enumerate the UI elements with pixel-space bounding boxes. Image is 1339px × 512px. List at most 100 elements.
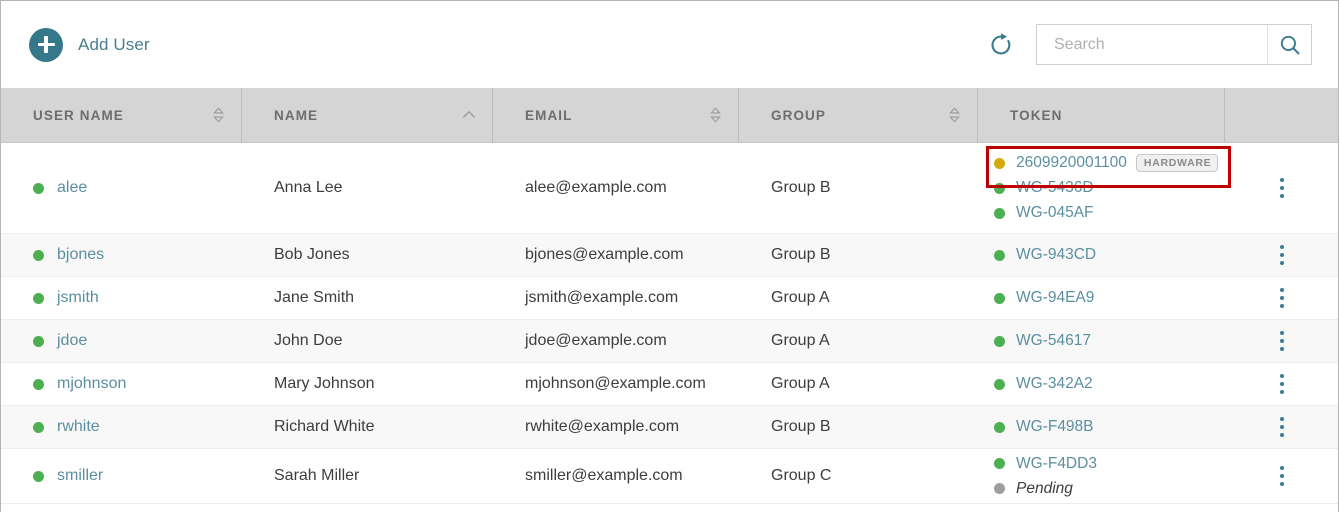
table-row[interactable]: rwhite Richard White rwhite@example.com Gro… [1,406,1338,449]
token-status-dot-amber [994,157,1005,169]
column-header-label: TOKEN [1010,107,1063,123]
search-button[interactable] [1267,25,1311,64]
cell-email: jdoe@example.com [525,332,667,349]
refresh-button[interactable] [986,30,1016,60]
table-row[interactable]: mjohnson Mary Johnson mjohnson@example.com… [1,363,1338,406]
search-box[interactable] [1036,24,1312,65]
column-header-label: EMAIL [525,107,573,123]
token-item: WG-F4DD3 [994,455,1209,473]
column-header-group[interactable]: GROUP [739,88,978,142]
token-item: WG-94EA9 [994,289,1209,307]
token-item: WG-943CD [994,246,1209,264]
user-status-dot-green [33,335,44,347]
table-row[interactable]: bjones Bob Jones bjones@example.com Group B… [1,234,1338,277]
user-name-link[interactable]: jsmith [57,289,99,307]
cell-group: Group B [771,418,831,435]
cell-group: Group A [771,332,830,349]
cell-actions [1225,234,1338,276]
cell-email: bjones@example.com [525,246,684,263]
toolbar-right-group [986,24,1312,65]
token-name-link[interactable]: WG-54617 [1016,332,1091,350]
cell-actions [1225,143,1338,233]
token-status-dot-gray [994,483,1005,494]
user-status-dot-green [33,378,44,390]
token-status-dot-green [994,292,1005,304]
kebab-menu-icon[interactable] [1271,242,1293,268]
token-name-link[interactable]: 2609920001100 [1016,154,1127,172]
table-row[interactable]: jdoe John Doe jdoe@example.com Group A WG-54… [1,320,1338,363]
column-header-name[interactable]: NAME [242,88,493,142]
cell-user-name: bjones [1,234,242,276]
token-name-link[interactable]: WG-F498B [1016,418,1094,436]
cell-user-name: jsmith [1,277,242,319]
column-header-label: NAME [274,107,319,123]
cell-token: WG-54617 [978,320,1225,362]
cell-user-name: alee [1,143,242,233]
token-list: WG-54617 [994,332,1209,350]
plus-circle-icon [29,27,63,62]
token-name-link[interactable]: WG-94EA9 [1016,289,1094,307]
table-header-row: USER NAME NAME EMAIL GROUP TOKEN [1,88,1338,143]
table-row[interactable]: alee Anna Lee alee@example.com Group B 26099… [1,143,1338,234]
cell-group: Group B [771,246,831,263]
user-name-link[interactable]: mjohnson [57,375,126,393]
column-header-token[interactable]: TOKEN [978,88,1225,142]
kebab-menu-icon[interactable] [1271,175,1293,201]
cell-actions [1225,277,1338,319]
cell-group: Group C [771,467,832,484]
cell-email: alee@example.com [525,179,667,196]
user-name-link[interactable]: rwhite [57,418,100,436]
cell-actions [1225,449,1338,503]
cell-group: Group B [771,179,831,196]
token-list: WG-F4DD3 Pending [994,455,1209,498]
user-status-dot-green [33,470,44,482]
kebab-menu-icon[interactable] [1271,328,1293,354]
token-name-link[interactable]: WG-5436D [1016,179,1094,197]
table-row[interactable]: smiller Sarah Miller smiller@example.com Gr… [1,449,1338,504]
token-type-badge: HARDWARE [1135,153,1219,173]
user-name-link[interactable]: smiller [57,467,103,485]
cell-actions [1225,320,1338,362]
token-name-link[interactable]: WG-F4DD3 [1016,455,1097,473]
token-list: WG-F498B [994,418,1209,436]
toolbar: Add User [1,1,1338,88]
cell-email: jsmith@example.com [525,289,679,306]
cell-actions [1225,363,1338,405]
cell-user-name: smiller [1,449,242,503]
column-header-actions [1225,88,1338,142]
column-header-email[interactable]: EMAIL [493,88,739,142]
token-name-link[interactable]: WG-943CD [1016,246,1096,264]
cell-token: WG-94EA9 [978,277,1225,319]
search-icon [1280,35,1299,54]
cell-name: Mary Johnson [274,375,375,392]
cell-email: mjohnson@example.com [525,375,706,392]
token-name-link[interactable]: WG-342A2 [1016,375,1093,393]
cell-name: Richard White [274,418,375,435]
column-header-user-name[interactable]: USER NAME [1,88,242,142]
token-item: WG-54617 [994,332,1209,350]
token-list: WG-943CD [994,246,1209,264]
token-item: 2609920001100 HARDWARE [994,153,1219,173]
column-header-label: USER NAME [33,107,124,123]
add-user-button[interactable]: Add User [29,27,150,62]
sort-updown-icon [708,107,722,123]
table-row[interactable]: jsmith Jane Smith jsmith@example.com Group … [1,277,1338,320]
token-name-link[interactable]: WG-045AF [1016,204,1094,222]
user-management-page: Add User Search USER NAME NAME EMAIL GRO… [0,0,1339,512]
kebab-menu-icon[interactable] [1271,371,1293,397]
sort-updown-icon [947,107,961,123]
user-status-dot-green [33,182,44,194]
user-status-dot-green [33,421,44,433]
kebab-menu-icon[interactable] [1271,285,1293,311]
token-list: WG-94EA9 [994,289,1209,307]
user-name-link[interactable]: alee [57,179,87,197]
user-name-link[interactable]: jdoe [57,332,87,350]
user-name-link[interactable]: bjones [57,246,104,264]
cell-group: Group A [771,289,830,306]
kebab-menu-icon[interactable] [1271,414,1293,440]
token-status-dot-green [994,182,1005,194]
cell-name: Bob Jones [274,246,350,263]
cell-user-name: mjohnson [1,363,242,405]
kebab-menu-icon[interactable] [1271,463,1293,489]
token-status-dot-green [994,458,1005,469]
